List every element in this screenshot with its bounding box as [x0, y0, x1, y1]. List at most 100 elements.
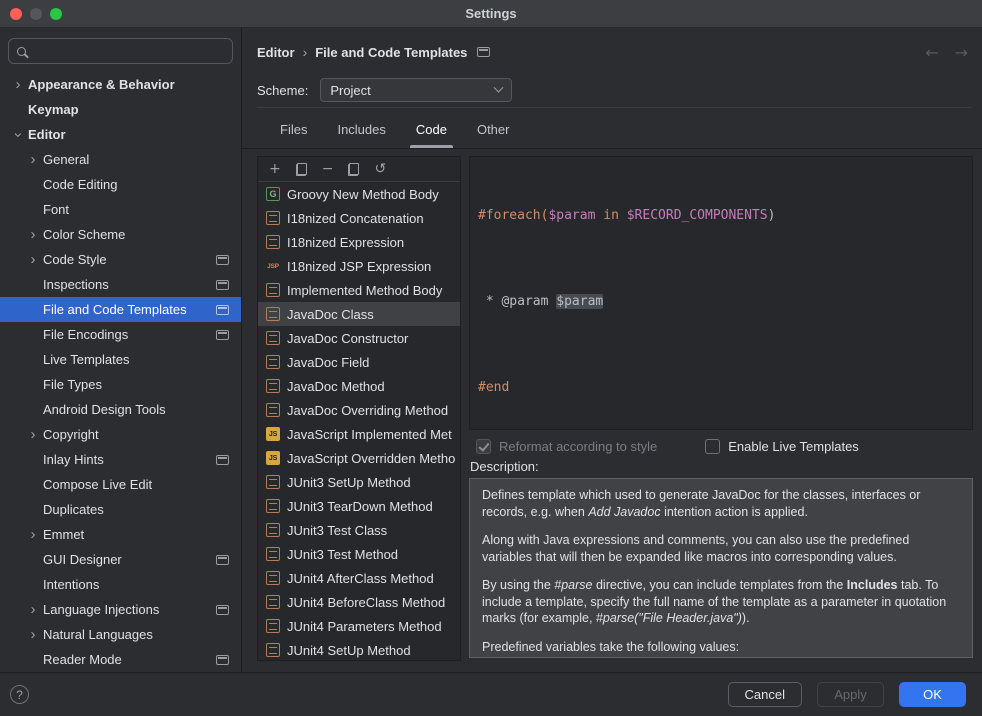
tab-other[interactable]: Other: [471, 114, 516, 148]
sidebar-item-file-encodings[interactable]: File Encodings: [0, 322, 241, 347]
close-button[interactable]: [10, 8, 22, 20]
template-item-javadoc-method[interactable]: JavaDoc Method: [258, 374, 460, 398]
per-project-icon: [216, 330, 229, 340]
sidebar-item-natural-languages[interactable]: › Natural Languages: [0, 622, 241, 647]
template-editor[interactable]: #foreach($param in $RECORD_COMPONENTS) *…: [469, 156, 973, 430]
chevron-icon[interactable]: ›: [27, 154, 39, 166]
template-item-i18nized-concatenation[interactable]: I18nized Concatenation: [258, 206, 460, 230]
chevron-icon[interactable]: ›: [12, 79, 24, 91]
enable-live-templates-checkbox[interactable]: Enable Live Templates: [705, 439, 859, 454]
sidebar-item-language-injections[interactable]: › Language Injections: [0, 597, 241, 622]
code-line: * @param $param: [478, 291, 972, 313]
help-button[interactable]: ?: [10, 685, 29, 704]
revert-icon[interactable]: ↺: [374, 162, 386, 176]
template-item-groovy-new-method-body[interactable]: G Groovy New Method Body: [258, 182, 460, 206]
checkbox-unchecked-icon: [705, 439, 720, 454]
template-item-i18nized-expression[interactable]: I18nized Expression: [258, 230, 460, 254]
sidebar-item-inspections[interactable]: Inspections: [0, 272, 241, 297]
template-item-junit4-afterclass-method[interactable]: JUnit4 AfterClass Method: [258, 566, 460, 590]
template-item-i18nized-jsp-expression[interactable]: JSP I18nized JSP Expression: [258, 254, 460, 278]
sidebar-item-copyright[interactable]: › Copyright: [0, 422, 241, 447]
breadcrumb-editor[interactable]: Editor: [257, 45, 295, 60]
template-item-javadoc-class[interactable]: JavaDoc Class: [258, 302, 460, 326]
sidebar-item-live-templates[interactable]: Live Templates: [0, 347, 241, 372]
scheme-dropdown[interactable]: Project: [320, 78, 512, 102]
sidebar-item-keymap[interactable]: Keymap: [0, 97, 241, 122]
chevron-icon[interactable]: ›: [12, 129, 24, 141]
copy-icon[interactable]: [296, 163, 307, 176]
sidebar-item-label: GUI Designer: [43, 552, 122, 567]
template-item-junit4-parameters-method[interactable]: JUnit4 Parameters Method: [258, 614, 460, 638]
template-item-junit4-setup-method[interactable]: JUnit4 SetUp Method: [258, 638, 460, 661]
template-item-junit3-test-class[interactable]: JUnit3 Test Class: [258, 518, 460, 542]
sidebar-item-duplicates[interactable]: Duplicates: [0, 497, 241, 522]
settings-search[interactable]: [8, 38, 233, 64]
sidebar-item-emmet[interactable]: › Emmet: [0, 522, 241, 547]
template-item-javascript-implemented-met[interactable]: JS JavaScript Implemented Met: [258, 422, 460, 446]
sidebar-item-reader-mode[interactable]: Reader Mode: [0, 647, 241, 672]
template-item-junit3-teardown-method[interactable]: JUnit3 TearDown Method: [258, 494, 460, 518]
template-icon: [266, 283, 280, 297]
forward-icon[interactable]: →: [955, 43, 968, 62]
add-icon[interactable]: +: [269, 162, 281, 176]
groovy-icon: G: [266, 187, 280, 201]
zoom-button[interactable]: [50, 8, 62, 20]
template-item-junit3-test-method[interactable]: JUnit3 Test Method: [258, 542, 460, 566]
minimize-button[interactable]: [30, 8, 42, 20]
tab-includes[interactable]: Includes: [331, 114, 391, 148]
chevron-icon[interactable]: ›: [27, 429, 39, 441]
chevron-icon[interactable]: ›: [27, 529, 39, 541]
template-item-implemented-method-body[interactable]: Implemented Method Body: [258, 278, 460, 302]
sidebar-item-inlay-hints[interactable]: Inlay Hints: [0, 447, 241, 472]
template-item-label: JUnit4 AfterClass Method: [287, 571, 434, 586]
template-item-label: I18nized Expression: [287, 235, 404, 250]
tab-files[interactable]: Files: [274, 114, 313, 148]
sidebar-item-general[interactable]: › General: [0, 147, 241, 172]
sidebar-item-file-types[interactable]: File Types: [0, 372, 241, 397]
sidebar-item-label: General: [43, 152, 89, 167]
template-item-javascript-overridden-metho[interactable]: JS JavaScript Overridden Metho: [258, 446, 460, 470]
template-item-label: I18nized Concatenation: [287, 211, 424, 226]
help-icon: ?: [16, 688, 23, 702]
sidebar-item-code-style[interactable]: › Code Style: [0, 247, 241, 272]
template-item-label: JUnit3 Test Class: [287, 523, 387, 538]
tab-code[interactable]: Code: [410, 114, 453, 148]
reformat-checkbox[interactable]: Reformat according to style: [476, 439, 657, 454]
remove-icon[interactable]: −: [322, 162, 334, 176]
chevron-icon[interactable]: ›: [27, 229, 39, 241]
breadcrumb-file-and-code-templates[interactable]: File and Code Templates: [315, 45, 467, 60]
duplicate-icon[interactable]: [348, 163, 359, 176]
cancel-button[interactable]: Cancel: [728, 682, 802, 707]
sidebar-item-android-design-tools[interactable]: Android Design Tools: [0, 397, 241, 422]
per-project-icon: [216, 305, 229, 315]
sidebar-item-color-scheme[interactable]: › Color Scheme: [0, 222, 241, 247]
sidebar-item-appearance-behavior[interactable]: › Appearance & Behavior: [0, 72, 241, 97]
search-input[interactable]: [33, 44, 224, 59]
template-icon: [266, 355, 280, 369]
sidebar-item-file-and-code-templates[interactable]: File and Code Templates: [0, 297, 241, 322]
back-icon[interactable]: ←: [925, 43, 938, 62]
sidebar-item-compose-live-edit[interactable]: Compose Live Edit: [0, 472, 241, 497]
sidebar-item-label: File Types: [43, 377, 102, 392]
template-item-junit4-beforeclass-method[interactable]: JUnit4 BeforeClass Method: [258, 590, 460, 614]
window-title: Settings: [465, 6, 516, 21]
template-item-javadoc-field[interactable]: JavaDoc Field: [258, 350, 460, 374]
sidebar-item-code-editing[interactable]: Code Editing: [0, 172, 241, 197]
per-project-icon: [216, 455, 229, 465]
template-item-junit3-setup-method[interactable]: JUnit3 SetUp Method: [258, 470, 460, 494]
chevron-icon[interactable]: ›: [27, 629, 39, 641]
sidebar-item-label: Intentions: [43, 577, 99, 592]
sidebar-item-gui-designer[interactable]: GUI Designer: [0, 547, 241, 572]
ok-button[interactable]: OK: [899, 682, 966, 707]
chevron-icon[interactable]: ›: [27, 604, 39, 616]
template-item-javadoc-overriding-method[interactable]: JavaDoc Overriding Method: [258, 398, 460, 422]
template-icon: [266, 619, 280, 633]
js-icon: JS: [266, 427, 280, 441]
sidebar-item-editor[interactable]: › Editor: [0, 122, 241, 147]
template-item-javadoc-constructor[interactable]: JavaDoc Constructor: [258, 326, 460, 350]
sidebar-item-font[interactable]: Font: [0, 197, 241, 222]
apply-button[interactable]: Apply: [817, 682, 884, 707]
tabs: Files Includes Code Other: [274, 114, 515, 148]
chevron-icon[interactable]: ›: [27, 254, 39, 266]
sidebar-item-intentions[interactable]: Intentions: [0, 572, 241, 597]
